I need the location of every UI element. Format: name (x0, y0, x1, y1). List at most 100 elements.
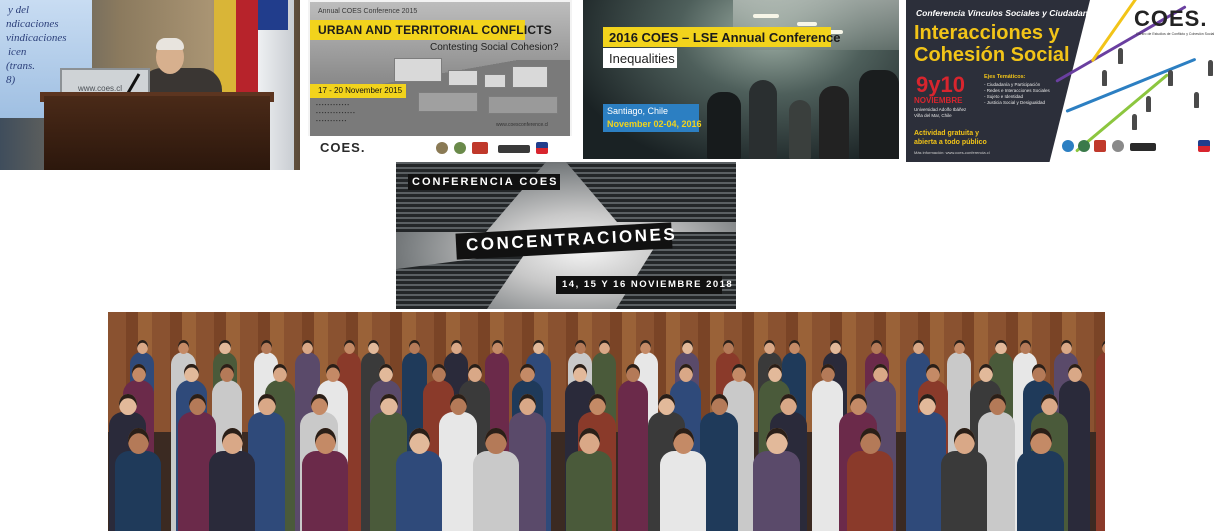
audience-member-head (873, 364, 888, 382)
audience-member-head (678, 364, 694, 382)
audience-member-head (849, 393, 867, 415)
audience-member-body (302, 450, 349, 531)
photo-audience (108, 312, 1105, 531)
audience-member-body (115, 450, 162, 531)
event-date: 9y10 (916, 72, 965, 97)
event-month: NOVIEMBRE (914, 96, 963, 105)
audience-member-head (219, 339, 231, 354)
university-seal-icon (1112, 140, 1124, 152)
audience-member-head (912, 339, 924, 354)
audience-member-head (731, 364, 746, 382)
audience-member-body (1017, 450, 1064, 531)
venue-line: Viña del Mar, Chile (914, 113, 952, 118)
poster-coes-lse-2016: 2016 COES – LSE Annual Conference Inequa… (583, 0, 899, 159)
title-line-2: Cohesión Social (914, 44, 1070, 66)
conference-dates: November 02-04, 2016 (607, 119, 702, 129)
photo-speaker-lectern: y del ndicaciones vindicaciones icen (tr… (0, 0, 300, 170)
audience-member-head (1061, 339, 1073, 354)
commuter-silhouette (707, 92, 741, 159)
audience-member-head (520, 364, 535, 382)
pedestrian-figure (1118, 48, 1123, 64)
audience-member-head (672, 427, 694, 455)
audience-member-head (188, 393, 207, 415)
audience-member-body (811, 379, 843, 531)
pedestrian-figure (1102, 70, 1107, 86)
poster-interacciones-cohesion: Conferencia Vínculos Sociales y Ciudadan… (906, 0, 1224, 162)
screen-text-line: vindicaciones (6, 32, 67, 44)
audience-member-head (1030, 427, 1052, 455)
poster-url: www.coesconference.cl (496, 122, 549, 128)
eje-item: - Justicia Social y Desigualdad (984, 100, 1046, 105)
audience-member-head (178, 339, 190, 354)
audience-member-body (472, 450, 519, 531)
audience-member-head (119, 393, 137, 415)
building (418, 92, 478, 112)
poster-smallprint: ▪ ▪ ▪ ▪ ▪ ▪ ▪ ▪ ▪ ▪ ▪ ▪ (316, 102, 349, 107)
audience-member-head (310, 393, 329, 415)
building (394, 58, 442, 82)
building (484, 74, 506, 88)
audience-member-head (449, 393, 467, 415)
poster-subtitle: Contesting Social Cohesion? (430, 42, 559, 53)
screen-text-line: y del (8, 4, 30, 16)
audience-member-head (485, 427, 507, 455)
conference-label: CONFERENCIA COES (412, 176, 559, 188)
audience-member-head (1041, 393, 1059, 415)
ceiling-light (753, 14, 779, 18)
audience-member-head (722, 339, 735, 354)
chile-logo-icon (1198, 140, 1210, 152)
audience-member-head (378, 364, 394, 382)
university-seal-icon (454, 142, 466, 154)
audience-member-body (1095, 351, 1105, 531)
partner-logo-icon (1130, 143, 1156, 151)
university-seal-icon (1062, 140, 1074, 152)
audience-member-head (131, 364, 146, 382)
audience-member-head (626, 364, 641, 382)
audience-member-body (395, 450, 443, 531)
chile-logo-icon (536, 142, 548, 154)
pedestrian-figure (1208, 60, 1213, 76)
building (512, 66, 548, 88)
poster-urban-territorial-conflicts: Annual COES Conference 2015 URBAN AND TE… (308, 0, 572, 162)
commuter-silhouette (859, 70, 899, 159)
audience-member-head (431, 364, 446, 382)
audience-member-head (326, 364, 341, 382)
audience-member-body (439, 412, 477, 531)
audience-member-head (710, 393, 728, 415)
pedestrian-figure (1146, 96, 1151, 112)
audience-member-head (681, 339, 693, 354)
audience-member-head (598, 339, 611, 354)
poster-smallprint: ▪ ▪ ▪ ▪ ▪ ▪ ▪ ▪ ▪ ▪ ▪ (316, 118, 347, 123)
audience-member-head (820, 364, 835, 382)
audience-member-head (343, 339, 355, 354)
activity-line: Actividad gratuita y (914, 130, 979, 137)
more-info: Más información: www.coes-conferencia.cl (914, 150, 990, 155)
audience-member-head (988, 393, 1006, 415)
eje-item: - Sujeto e Identidad (984, 94, 1024, 99)
udp-logo-icon (1094, 140, 1106, 152)
screen-text-line: 8) (6, 74, 16, 86)
conference-label: Conferencia Vínculos Sociales y Ciudadan… (916, 8, 1098, 18)
audience-member-head (788, 339, 800, 354)
conference-subtitle: Inequalities (609, 51, 675, 66)
screen-text-line: icen (8, 46, 27, 58)
screen-text-line: (trans. (6, 60, 36, 72)
poster-title: URBAN AND TERRITORIAL CONFLICTS (318, 23, 552, 37)
audience-member-head (1031, 364, 1047, 382)
audience-member-head (533, 339, 545, 354)
screen-text-line: ndicaciones (6, 18, 59, 30)
commuter-silhouette (749, 80, 777, 159)
university-seal-icon (1078, 140, 1090, 152)
audience-member-head (302, 339, 314, 354)
audience-member-head (221, 427, 243, 455)
audience-member-body (753, 450, 800, 531)
audience-member-body (659, 450, 706, 531)
poster-annual-label: Annual COES Conference 2015 (318, 8, 418, 15)
building (488, 96, 558, 114)
audience-member-head (574, 339, 586, 354)
pedestrian-figure (1132, 114, 1137, 130)
audience-member-body (617, 379, 649, 531)
audience-member-head (995, 339, 1007, 354)
commuter-silhouette (789, 100, 811, 159)
audience-member-head (450, 339, 462, 354)
